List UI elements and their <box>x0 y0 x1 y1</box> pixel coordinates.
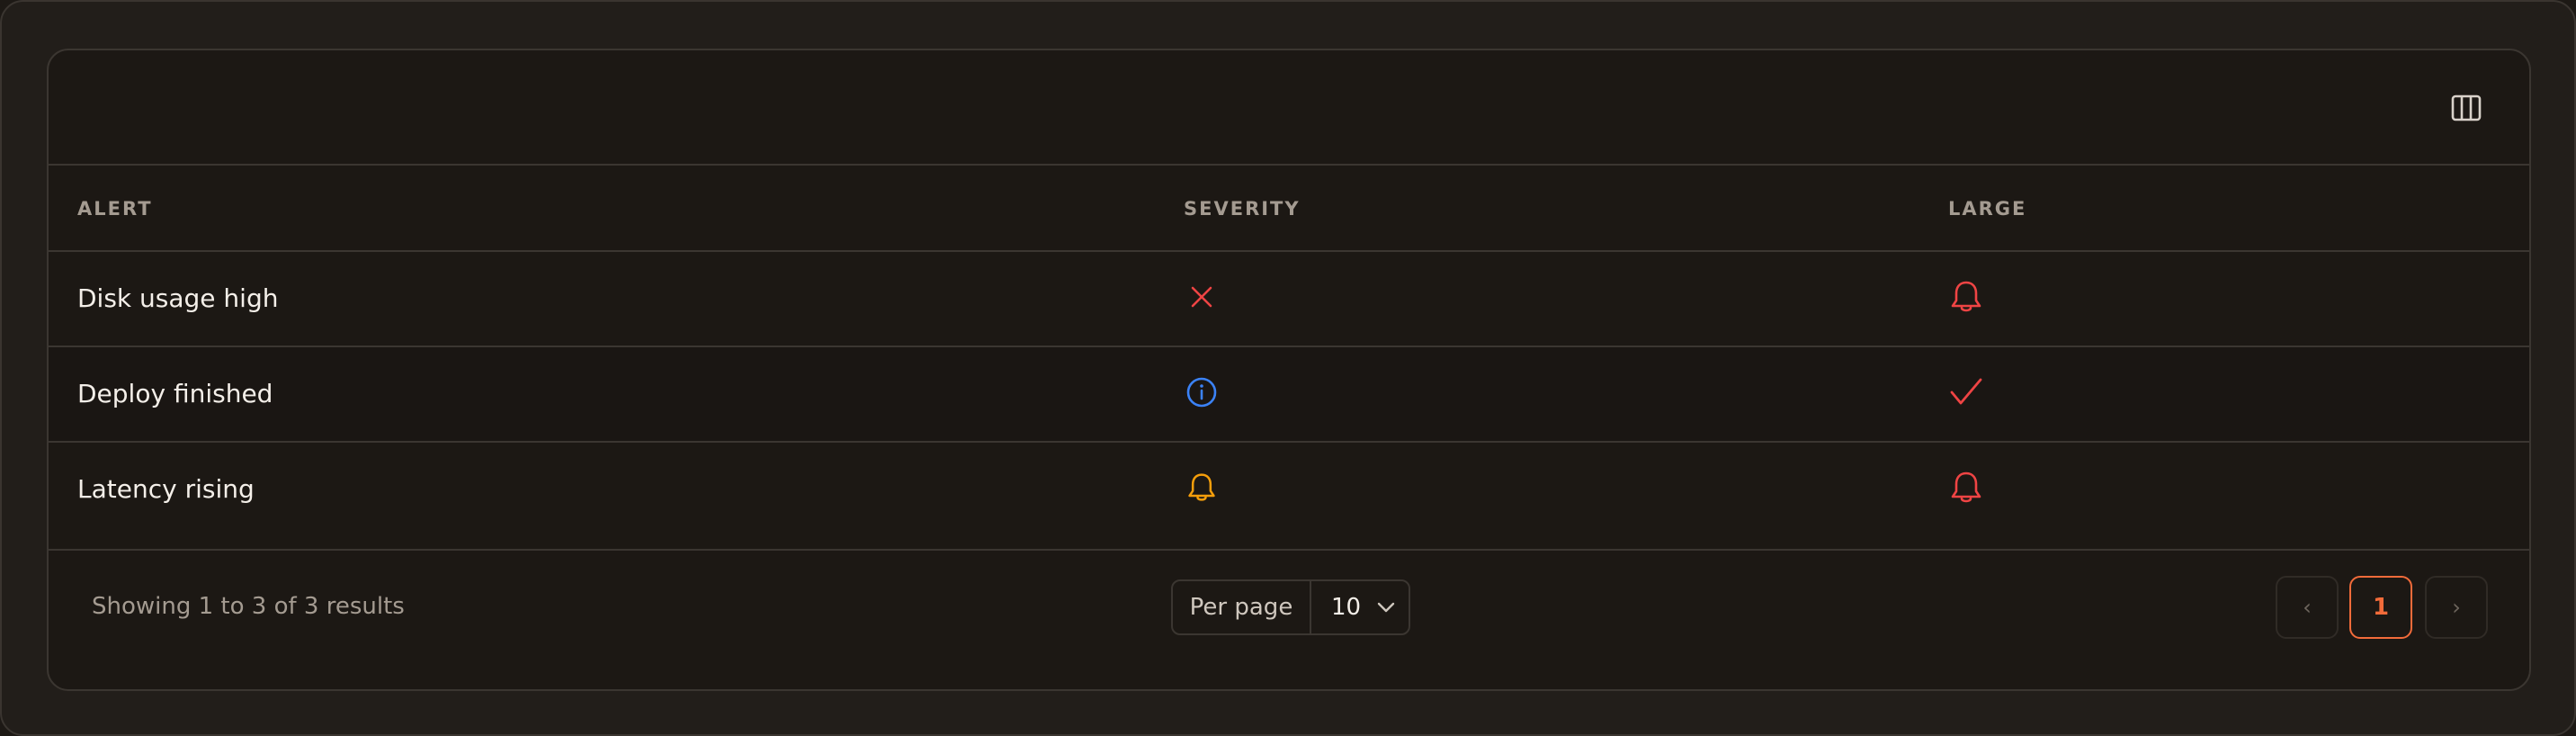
per-page-label: Per page <box>1173 581 1311 633</box>
table-footer: Showing 1 to 3 of 3 results Per page 10 … <box>49 551 2529 689</box>
bell-icon <box>1948 470 1984 506</box>
columns-icon <box>2451 94 2482 121</box>
columns-toggle-button[interactable] <box>2450 92 2482 124</box>
table-row[interactable]: Disk usage high <box>49 252 2529 347</box>
check-icon <box>1948 374 1984 410</box>
x-icon <box>1184 279 1220 315</box>
bell-icon <box>1184 470 1220 506</box>
prev-page-button[interactable]: ‹ <box>2276 576 2339 639</box>
app-frame: ALERT SEVERITY LARGE Disk usage high Dep… <box>0 0 2576 736</box>
info-icon <box>1184 374 1220 410</box>
results-summary: Showing 1 to 3 of 3 results <box>92 593 405 620</box>
table-card: ALERT SEVERITY LARGE Disk usage high Dep… <box>47 49 2531 691</box>
header-large[interactable]: LARGE <box>1948 166 2026 252</box>
per-page-control: Per page 10 <box>1171 579 1410 635</box>
alert-name: Disk usage high <box>77 283 279 313</box>
table-toolbar <box>49 50 2529 166</box>
next-page-button[interactable]: › <box>2425 576 2488 639</box>
header-alert[interactable]: ALERT <box>77 166 153 252</box>
page-1-button[interactable]: 1 <box>2349 576 2412 639</box>
alert-name: Deploy finished <box>77 379 273 408</box>
table-row[interactable]: Deploy finished <box>49 347 2529 443</box>
alert-name: Latency rising <box>77 474 255 504</box>
per-page-select[interactable]: 10 <box>1311 581 1409 633</box>
per-page-value: 10 <box>1331 594 1362 621</box>
table-header: ALERT SEVERITY LARGE <box>49 166 2529 252</box>
header-severity[interactable]: SEVERITY <box>1184 166 1301 252</box>
table-row[interactable]: Latency rising <box>49 443 2529 551</box>
chevron-down-icon <box>1377 602 1395 613</box>
bell-icon <box>1948 279 1984 315</box>
